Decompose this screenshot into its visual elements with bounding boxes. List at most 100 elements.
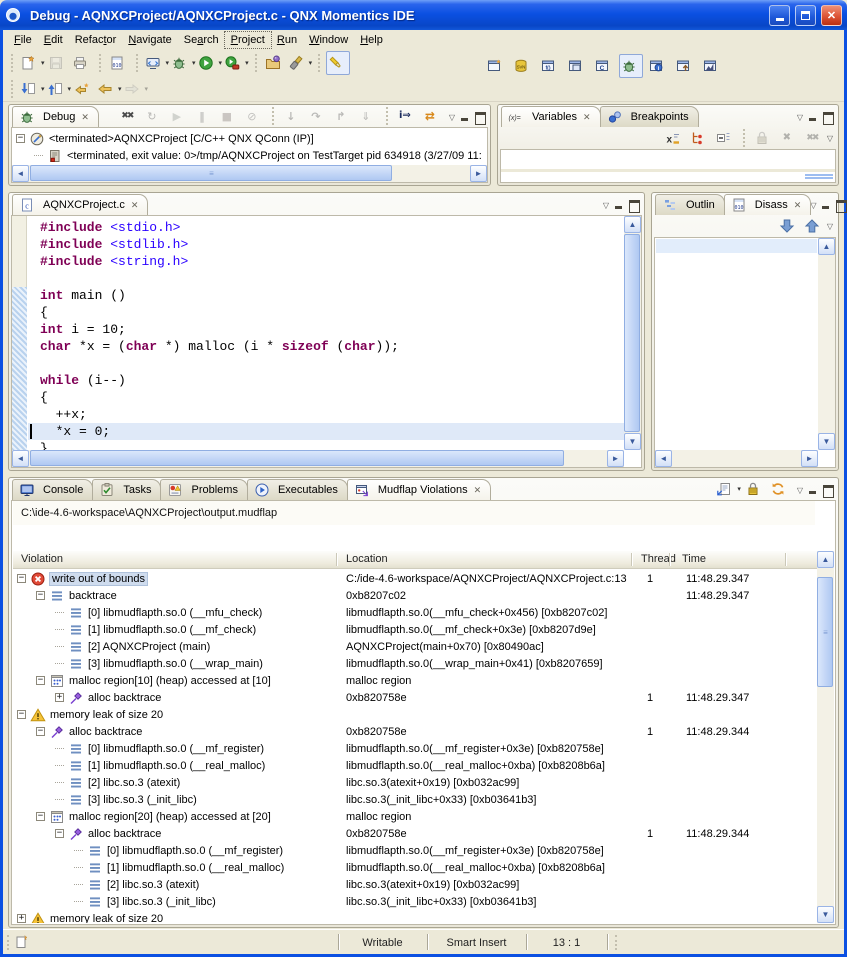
remove-all-terminated-button[interactable]: ✖✖ — [117, 104, 141, 128]
search-button[interactable]: ▾ — [287, 51, 314, 75]
maximize-view-icon[interactable] — [628, 200, 639, 210]
violation-row[interactable]: +memory leak of size 20 — [13, 910, 817, 923]
scrollbar-thumb[interactable] — [624, 234, 640, 432]
maximize-view-icon[interactable] — [474, 112, 485, 122]
step-into-button[interactable]: ↓ — [281, 104, 305, 128]
editor-hscrollbar[interactable]: ◄ ► — [12, 450, 624, 467]
disassembly-hscrollbar[interactable]: ◄ ► — [655, 450, 818, 467]
tree-expander[interactable]: − — [36, 676, 45, 685]
column-separator[interactable] — [336, 553, 337, 566]
dropdown-arrow-icon[interactable]: ▾ — [192, 59, 196, 67]
lock-button[interactable] — [743, 477, 767, 501]
violation-row[interactable]: −backtrace0xb8207c0211:48.29.347 — [13, 587, 817, 604]
mark-occurrences-button[interactable] — [326, 51, 350, 75]
tree-expander[interactable]: − — [16, 134, 25, 143]
qnx-target-file-system-button[interactable] — [673, 54, 697, 78]
maximize-view-icon[interactable] — [822, 485, 833, 495]
scroll-left-arrow[interactable]: ◄ — [12, 450, 29, 467]
dropdown-arrow-icon[interactable]: ▾ — [219, 59, 223, 67]
close-icon[interactable]: ✕ — [794, 200, 802, 211]
minimize-button[interactable] — [769, 5, 790, 26]
drop-to-frame-button[interactable]: ⇓ — [356, 104, 380, 128]
violation-row[interactable]: [3] libmudflapth.so.0 (__wrap_main)libmu… — [13, 655, 817, 672]
view-menu-icon[interactable]: ▽ — [827, 134, 833, 143]
arrow-up-blue-button[interactable] — [802, 214, 826, 238]
svn-repository-exploring-button[interactable]: SVN — [511, 54, 535, 78]
scrollbar-thumb[interactable] — [30, 450, 564, 466]
minimize-view-icon[interactable] — [807, 485, 818, 495]
column-header-thread[interactable]: Thread — [641, 553, 676, 565]
show-type-names-button[interactable]: x — [663, 126, 687, 150]
dropdown-arrow-icon[interactable]: ▾ — [309, 59, 313, 67]
violation-row[interactable]: [2] libc.so.3 (atexit)libc.so.3(atexit+0… — [13, 876, 817, 893]
lock-button[interactable] — [752, 126, 776, 150]
disconnect-button[interactable]: ⊘ — [242, 104, 266, 128]
violation-row[interactable]: [1] libmudflapth.so.0 (__real_malloc)lib… — [13, 859, 817, 876]
target-configuration-button[interactable]: ▾ — [144, 51, 171, 75]
doc-arrow-button[interactable]: ▾ — [715, 477, 742, 501]
minimize-view-icon[interactable] — [613, 200, 624, 210]
bottom-tab-mudflap-violations[interactable]: Mudflap Violations✕ — [347, 479, 491, 500]
scroll-up-arrow[interactable]: ▲ — [624, 216, 641, 233]
tree-expander[interactable]: − — [36, 591, 45, 600]
menu-window[interactable]: Window — [303, 32, 354, 48]
terminate-button[interactable]: ■ — [217, 104, 241, 128]
disassembly-vscrollbar[interactable]: ▲ ▼ — [818, 238, 835, 450]
violation-row[interactable]: [3] libc.so.3 (_init_libc)libc.so.3(_ini… — [13, 893, 817, 910]
last-edit-location-button[interactable] — [72, 77, 96, 101]
scroll-down-arrow[interactable]: ▼ — [818, 433, 835, 450]
violation-row[interactable]: [1] libmudflapth.so.0 (__real_malloc)lib… — [13, 757, 817, 774]
menu-navigate[interactable]: Navigate — [122, 32, 177, 48]
dropdown-arrow-icon[interactable]: ▾ — [68, 85, 72, 93]
close-button[interactable]: ✕ — [821, 5, 842, 26]
external-run-button[interactable]: ▾ — [223, 51, 250, 75]
tree-expander[interactable]: − — [17, 574, 26, 583]
qnx-system-information-button[interactable]: i — [646, 54, 670, 78]
violation-row[interactable]: −memory leak of size 20 — [13, 706, 817, 723]
save-button[interactable] — [46, 51, 70, 75]
tree-expander[interactable]: + — [17, 914, 26, 923]
scroll-up-arrow[interactable]: ▲ — [817, 551, 834, 568]
suspend-button[interactable]: ‖ — [192, 104, 216, 128]
view-menu-icon[interactable]: ▽ — [797, 113, 803, 122]
close-icon[interactable]: ✕ — [474, 485, 482, 496]
violation-row[interactable]: [2] libc.so.3 (atexit)libc.so.3(atexit+0… — [13, 774, 817, 791]
tree-expander[interactable]: − — [36, 812, 45, 821]
dropdown-arrow-icon[interactable]: ▾ — [41, 85, 45, 93]
scroll-down-arrow[interactable]: ▼ — [624, 433, 641, 450]
back-button[interactable]: ▾ — [96, 77, 123, 101]
add-global-variables-button[interactable] — [688, 126, 712, 150]
variables-tab-breakpoints[interactable]: Breakpoints — [600, 106, 699, 127]
code-editor[interactable]: #include <stdio.h>#include <stdlib.h>#in… — [28, 216, 624, 450]
violation-row[interactable]: [1] libmudflapth.so.0 (__mf_check)libmud… — [13, 621, 817, 638]
menu-refactor[interactable]: Refactor — [69, 32, 123, 48]
open-perspective-button[interactable] — [484, 54, 508, 78]
minimize-view-icon[interactable] — [459, 112, 470, 122]
column-header-time[interactable]: Time — [682, 553, 706, 565]
c-cpp-button[interactable]: C — [592, 54, 616, 78]
editor-tab-aqnxcproject-c[interactable]: cAQNXCProject.c✕ — [12, 194, 148, 215]
dropdown-arrow-icon[interactable]: ▾ — [245, 59, 249, 67]
view-menu-icon[interactable]: ▽ — [797, 486, 803, 495]
minimize-view-icon[interactable] — [807, 112, 818, 122]
column-separator[interactable] — [669, 553, 670, 566]
menu-search[interactable]: Search — [178, 32, 225, 48]
debug-button[interactable]: ▾ — [170, 51, 197, 75]
use-step-filters-button[interactable]: ⇄ — [420, 104, 444, 128]
collapse-all-button[interactable] — [713, 126, 737, 150]
view-menu-icon[interactable]: ▽ — [449, 113, 455, 122]
restart-button[interactable]: ↻ — [142, 104, 166, 128]
outline-tab-outlin[interactable]: Outlin — [655, 194, 725, 215]
tree-expander[interactable]: − — [55, 829, 64, 838]
violation-row[interactable]: +alloc backtrace0xb820758e111:48.29.347 — [13, 689, 817, 706]
variables-list[interactable] — [501, 150, 835, 170]
menu-project[interactable]: Project — [225, 32, 271, 48]
scrollbar-thumb[interactable]: ≡ — [30, 165, 392, 181]
scroll-right-arrow[interactable]: ► — [470, 165, 487, 182]
violation-row[interactable]: −alloc backtrace0xb820758e111:48.29.344 — [13, 723, 817, 740]
variables-tab-variables[interactable]: (x)=Variables✕ — [501, 106, 601, 127]
column-header-violation[interactable]: Violation — [21, 553, 63, 565]
sash-grip[interactable] — [805, 174, 833, 180]
column-header-location[interactable]: Location — [346, 553, 388, 565]
minimize-view-icon[interactable] — [820, 200, 831, 210]
